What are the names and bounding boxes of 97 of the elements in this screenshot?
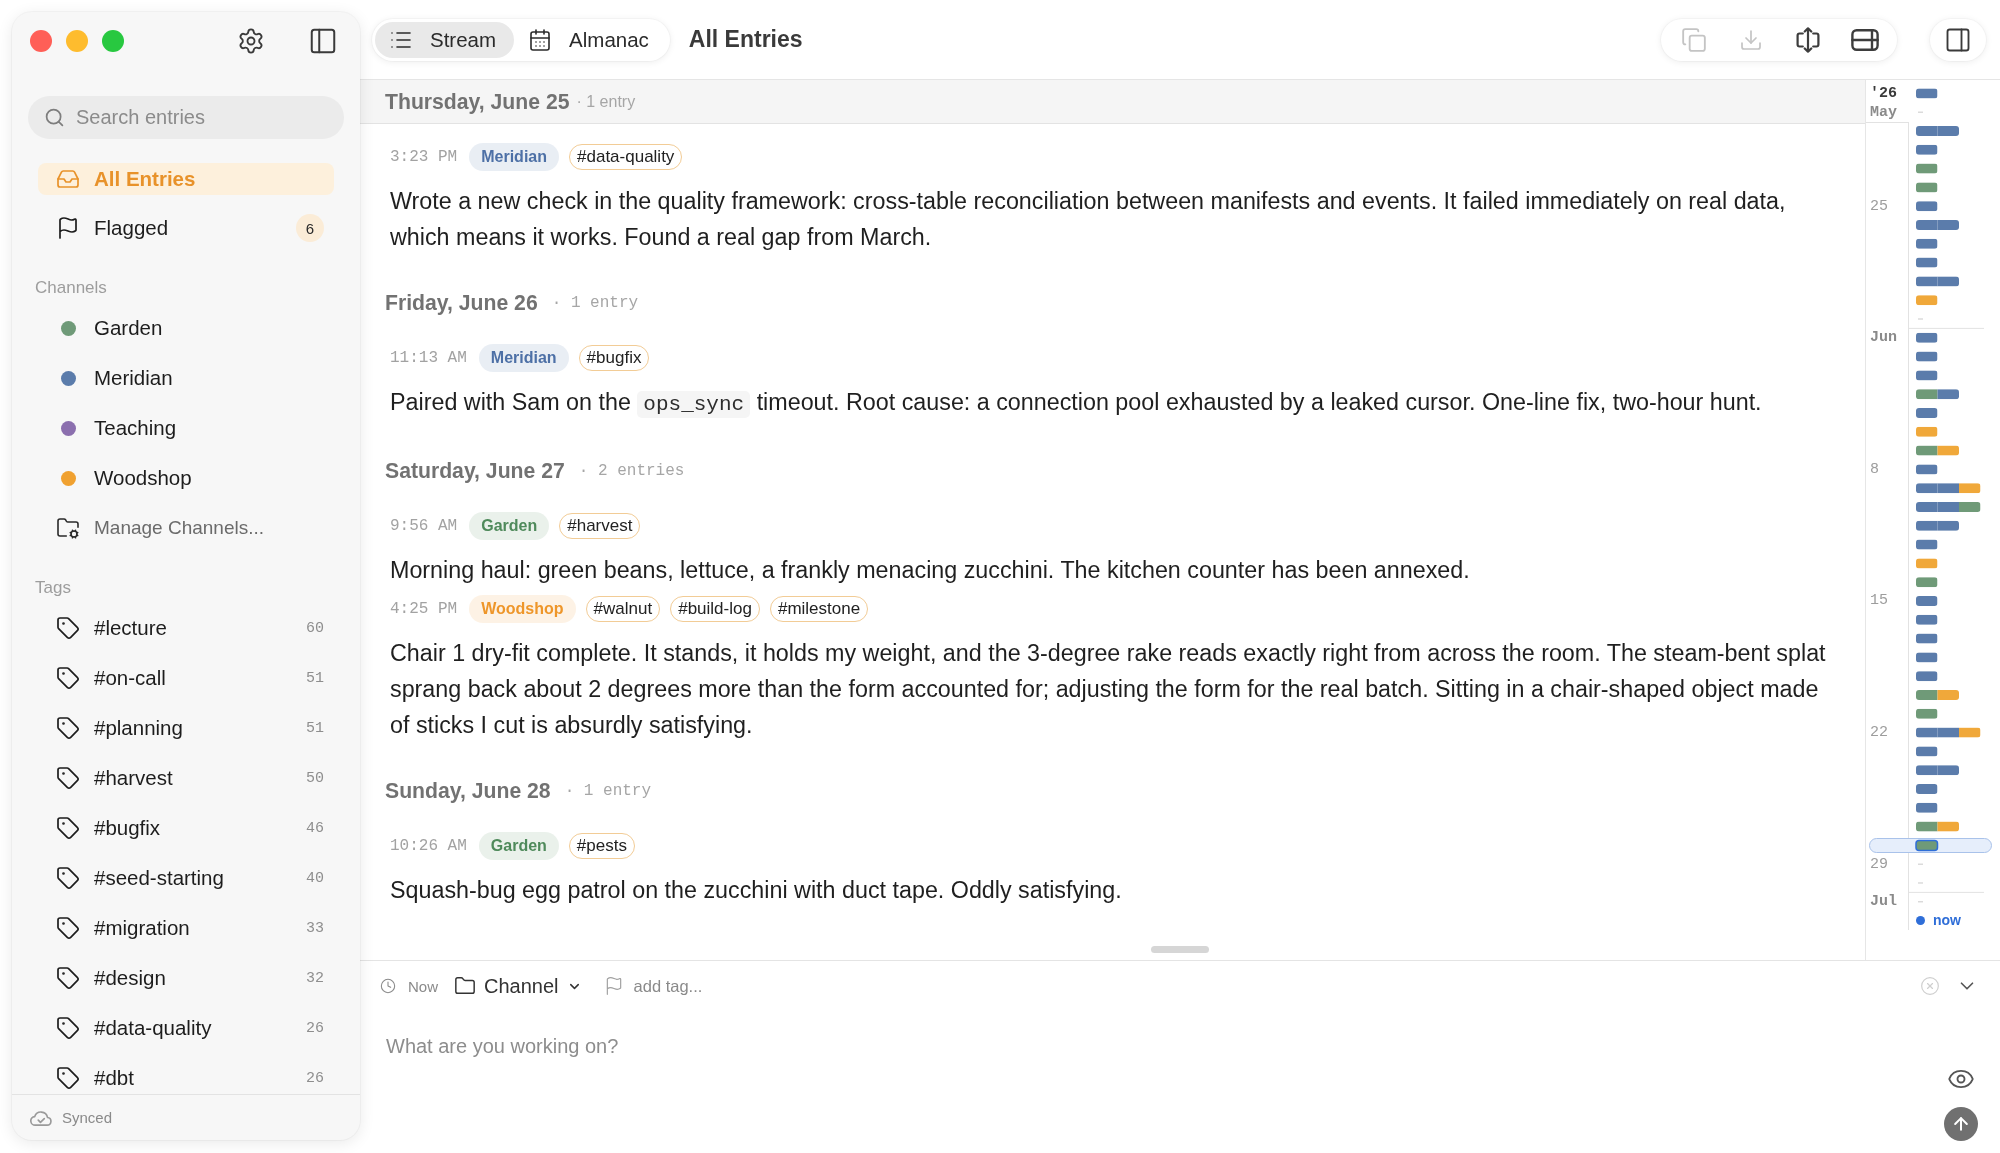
tag-count: 60	[306, 619, 324, 637]
tag-icon	[56, 616, 80, 640]
manage-channels-button[interactable]: Manage Channels...	[38, 512, 334, 544]
tag-item[interactable]: #seed-starting 40	[38, 862, 334, 894]
channel-pill[interactable]: Garden	[469, 512, 550, 540]
resize-handle[interactable]	[1151, 946, 1209, 953]
tag-icon	[56, 666, 80, 690]
view-tab[interactable]: Stream	[375, 21, 515, 58]
tag-count: 50	[306, 769, 324, 787]
tag-item[interactable]: #migration 33	[38, 912, 334, 944]
time-button[interactable]: Now	[380, 977, 438, 995]
entry-time: 9:56 AM	[390, 517, 458, 535]
tag-icon	[56, 1066, 80, 1090]
entry-time: 4:25 PM	[390, 600, 458, 618]
tag-count: 26	[306, 1069, 324, 1087]
search-field[interactable]: Search entries	[28, 96, 344, 139]
now-dot	[1916, 915, 1925, 925]
now-label: now	[1933, 912, 1961, 929]
tag-icon	[56, 916, 80, 940]
panel-toggle-button[interactable]	[1930, 18, 1986, 61]
tag-count: 32	[306, 969, 324, 987]
tag-icon	[56, 1016, 80, 1040]
folder-icon	[454, 975, 476, 997]
tag-icon	[56, 866, 80, 890]
sync-status: Synced	[62, 1109, 113, 1126]
entry-input[interactable]: What are you working on?	[386, 1034, 1932, 1141]
entry-count: · 1 entry	[564, 782, 652, 800]
page-title: All Entries	[688, 26, 803, 53]
entry-text: Chair 1 dry-fit complete. It stands, it holds my weight, and the 3-degree rake reads exactly right from across the room. The steam-bent splat sprang back about 2 degrees more than the form accounted for; adjusting the form for the real batch. Sitting in a chair-shaped object made of sticks I cut is absurdly satisfying.	[390, 639, 1827, 740]
timeline-label: Jul	[1869, 893, 1898, 911]
tag-item[interactable]: #bugfix 46	[38, 812, 334, 844]
folder-gear-icon	[56, 516, 80, 540]
timeline-label: Jun	[1869, 329, 1898, 347]
entry-text: Paired with Sam on the ops_sync timeout. Root cause: a connection pool exhausted by a leaked cursor. One-line fix, two-hour hunt.	[390, 388, 1763, 420]
cloud-check-icon	[30, 1108, 52, 1127]
inbox-icon	[56, 167, 80, 191]
calendar-icon	[528, 27, 553, 52]
section-heading: Channels	[35, 278, 108, 298]
search-icon	[44, 107, 65, 128]
channel-item[interactable]: Teaching	[38, 412, 334, 444]
tag-icon	[56, 716, 80, 740]
tag-item[interactable]: #harvest 50	[38, 762, 334, 794]
tag-icon	[56, 766, 80, 790]
timeline-label: 29	[1869, 855, 1889, 873]
day-heading: Saturday, June 27	[385, 459, 565, 483]
entry-text: Wrote a new check in the quality framework: cross-table reconciliation between manifests and events. It failed immediately on real data, which means it works. Found a real gap from March.	[390, 187, 1787, 252]
timeline-label: 8	[1869, 460, 1880, 478]
count-badge: 6	[296, 214, 324, 242]
entry-text: Squash-bug egg patrol on the zucchini with duct tape. Oddly satisfying.	[390, 876, 1123, 905]
day-heading: Friday, June 26	[385, 291, 538, 315]
channel-item[interactable]: Woodshop	[38, 462, 334, 494]
channel-pill[interactable]: Meridian	[469, 143, 559, 171]
timeline-label: 25	[1869, 197, 1889, 215]
send-button[interactable]	[1944, 1107, 1978, 1141]
entry-time: 11:13 AM	[390, 349, 467, 367]
tag-input[interactable]: add tag...	[633, 976, 754, 996]
day-heading: Thursday, June 25	[385, 89, 570, 114]
entry-count: · 1 entry	[576, 92, 636, 111]
tag-count: 51	[306, 669, 324, 687]
day-heading: Sunday, June 28	[385, 779, 551, 803]
settings-icon[interactable]	[237, 27, 265, 55]
timeline-label: 15	[1869, 592, 1889, 610]
view-tab[interactable]: Almanac	[514, 21, 667, 58]
tag-item[interactable]: #lecture 60	[38, 612, 334, 644]
timeline-label: 22	[1869, 724, 1889, 741]
tag-item[interactable]: #data-quality 26	[38, 1012, 334, 1044]
tag-icon	[56, 966, 80, 990]
clock-icon	[380, 978, 396, 994]
channel-item[interactable]: Garden	[38, 312, 334, 344]
entry-time: 3:23 PM	[390, 148, 458, 166]
nav-item[interactable]: Flagged 6	[38, 212, 334, 244]
expand-vertical-icon[interactable]	[1794, 26, 1821, 53]
channel-pill[interactable]: Garden	[478, 832, 559, 860]
entry-time: 10:26 AM	[390, 837, 467, 855]
timeline-label: '26	[1869, 84, 1898, 102]
entry-count: · 1 entry	[551, 294, 639, 312]
tag-item[interactable]: #dbt 26	[38, 1062, 334, 1094]
section-heading: Tags	[35, 578, 72, 598]
tag-item[interactable]: #planning 51	[38, 712, 334, 744]
flag-icon	[56, 216, 80, 240]
tag-count: 33	[306, 919, 324, 937]
sidebar-toggle-icon[interactable]	[308, 26, 338, 56]
layout-icon[interactable]	[1850, 27, 1879, 52]
tag-item[interactable]: #on-call 51	[38, 662, 334, 694]
channel-select[interactable]: Channel	[454, 974, 582, 998]
entry-count: · 2 entries	[578, 462, 685, 480]
entry-text: Morning haul: green beans, lettuce, a frankly menacing zucchini. The kitchen counter has been annexed.	[390, 556, 1471, 585]
window-close-button[interactable]	[30, 30, 52, 52]
tag-count: 46	[306, 819, 324, 837]
tag-count: 26	[306, 1019, 324, 1037]
tag-count: 51	[306, 719, 324, 737]
channel-item[interactable]: Meridian	[38, 362, 334, 394]
tag-item[interactable]: #design 32	[38, 962, 334, 994]
tag-icon	[56, 816, 80, 840]
channel-pill[interactable]: Meridian	[478, 344, 569, 372]
tag-count: 40	[306, 869, 324, 887]
timeline-label: May	[1869, 103, 1898, 121]
